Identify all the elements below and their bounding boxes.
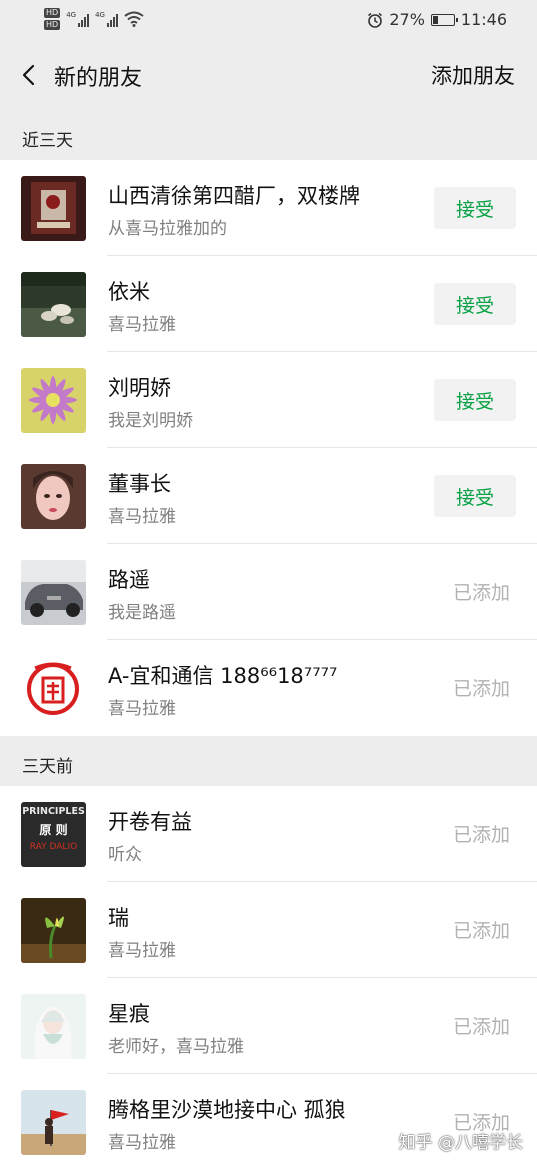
- avatar: PRINCIPLES 原 则 RAY DALIO: [21, 802, 86, 867]
- section-header-older: 三天前: [0, 740, 537, 786]
- avatar: [21, 898, 86, 963]
- status-bar: HD HD 4G 4G 27% 11:46: [0, 0, 537, 44]
- friend-name: A-宜和通信 188⁶⁶18⁷⁷⁷⁷: [108, 664, 338, 688]
- accept-button[interactable]: 接受: [434, 379, 516, 421]
- network-type-1: 4G: [66, 11, 77, 19]
- friend-source: 喜马拉雅: [108, 1133, 176, 1153]
- battery-icon: [430, 13, 458, 26]
- friend-request-row[interactable]: PRINCIPLES 原 则 RAY DALIO 开卷有益 听众 已添加: [0, 786, 537, 882]
- avatar: [21, 176, 86, 241]
- avatar: [21, 656, 86, 721]
- friend-name: 依米: [108, 280, 150, 304]
- friend-source: 听众: [108, 845, 142, 865]
- wifi-icon: [124, 11, 144, 27]
- title-bar: 新的朋友 添加朋友: [0, 44, 537, 106]
- friend-request-row[interactable]: 星痕 老师好，喜马拉雅 已添加: [0, 978, 537, 1074]
- friend-name: 山西清徐第四醋厂，双楼牌: [108, 184, 360, 208]
- battery-level: [432, 15, 438, 24]
- section-header-recent: 近三天: [0, 114, 537, 160]
- friend-name: 瑞: [108, 906, 129, 930]
- friend-request-row[interactable]: 依米 喜马拉雅 接受: [0, 256, 537, 352]
- alarm-icon: [368, 12, 383, 28]
- avatar-text-top: PRINCIPLES: [22, 806, 85, 817]
- friend-source: 喜马拉雅: [108, 507, 176, 527]
- friend-request-row[interactable]: 董事长 喜马拉雅 接受: [0, 448, 537, 544]
- friend-name: 路遥: [108, 568, 150, 592]
- friend-name: 开卷有益: [108, 810, 192, 834]
- accept-button[interactable]: 接受: [434, 187, 516, 229]
- friend-source: 我是刘明娇: [108, 411, 193, 431]
- friend-source: 喜马拉雅: [108, 315, 176, 335]
- friend-source: 喜马拉雅: [108, 699, 176, 719]
- hd-indicators: HD HD: [44, 8, 61, 30]
- added-status: 已添加: [452, 1016, 510, 1038]
- friend-source: 我是路遥: [108, 603, 176, 623]
- status-right: 27% 11:46: [367, 10, 507, 29]
- signal-icon: 4G: [66, 11, 90, 27]
- avatar-text-mid: 原 则: [39, 823, 67, 837]
- avatar: [21, 994, 86, 1059]
- friend-name: 董事长: [108, 472, 171, 496]
- section-label: 三天前: [22, 757, 73, 777]
- friend-source: 从喜马拉雅加的: [108, 219, 227, 239]
- clock: 11:46: [460, 10, 507, 29]
- accept-button[interactable]: 接受: [434, 283, 516, 325]
- added-status: 已添加: [452, 920, 510, 942]
- section-label: 近三天: [22, 131, 73, 151]
- avatar: [21, 560, 86, 625]
- added-status: 已添加: [452, 824, 510, 846]
- avatar: [21, 464, 86, 529]
- friend-request-row[interactable]: 路遥 我是路遥 已添加: [0, 544, 537, 640]
- avatar: [21, 368, 86, 433]
- watermark: 知乎 @八嘻学长: [398, 1133, 523, 1153]
- battery-percent: 27%: [389, 10, 425, 29]
- hd-badge-2: HD: [44, 20, 61, 30]
- friend-request-row[interactable]: 山西清徐第四醋厂，双楼牌 从喜马拉雅加的 接受: [0, 160, 537, 256]
- friend-name: 腾格里沙漠地接中心 孤狼: [108, 1098, 346, 1122]
- avatar: [21, 1090, 86, 1155]
- avatar-text-bottom: RAY DALIO: [30, 842, 77, 852]
- added-status: 已添加: [452, 678, 510, 700]
- friend-request-row[interactable]: A-宜和通信 188⁶⁶18⁷⁷⁷⁷ 喜马拉雅 已添加: [0, 640, 537, 736]
- hd-badge: HD: [44, 8, 61, 18]
- page-title: 新的朋友: [54, 66, 143, 91]
- back-icon[interactable]: [18, 64, 40, 86]
- friend-source: 喜马拉雅: [108, 941, 176, 961]
- add-friend-button[interactable]: 添加朋友: [431, 60, 515, 90]
- friend-request-row[interactable]: 刘明娇 我是刘明娇 接受: [0, 352, 537, 448]
- added-status: 已添加: [452, 582, 510, 604]
- friend-name: 刘明娇: [108, 376, 171, 400]
- accept-button[interactable]: 接受: [434, 475, 516, 517]
- avatar: [21, 272, 86, 337]
- status-left: HD HD 4G 4G: [44, 8, 144, 30]
- network-type-2: 4G: [95, 11, 105, 19]
- friend-name: 星痕: [108, 1002, 150, 1026]
- friend-source: 老师好，喜马拉雅: [108, 1037, 244, 1057]
- friend-request-row[interactable]: 瑞 喜马拉雅 已添加: [0, 882, 537, 978]
- signal-icon-2: 4G: [95, 11, 118, 27]
